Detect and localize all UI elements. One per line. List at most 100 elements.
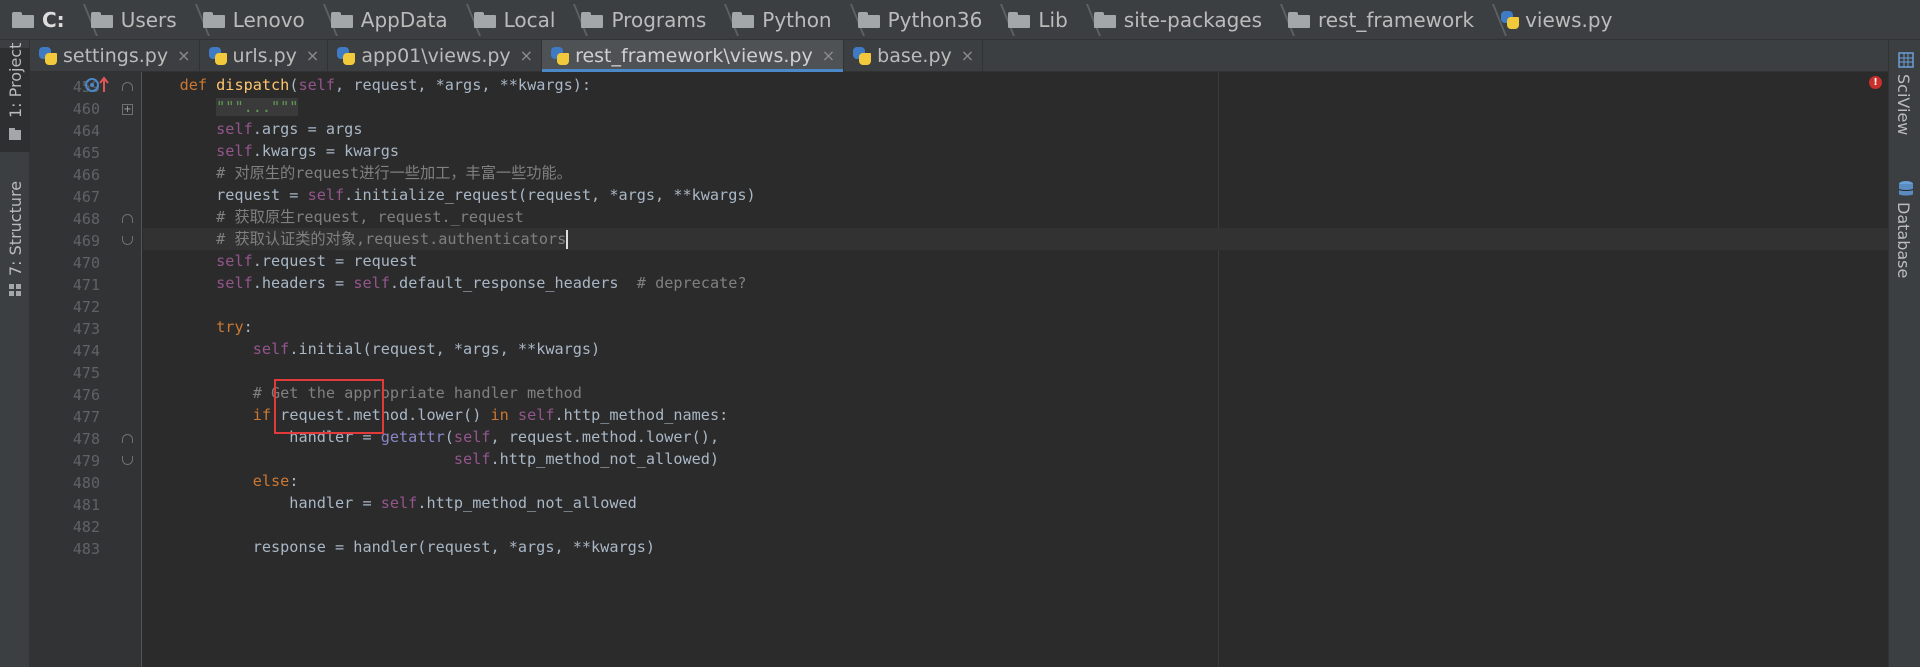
breadcrumb-label: Local [503, 7, 556, 32]
python-file-icon [336, 46, 356, 66]
close-tab-icon[interactable]: × [520, 46, 533, 65]
breadcrumb-item[interactable]: Lenovo [202, 0, 331, 39]
fold-marker-icon[interactable] [122, 456, 133, 465]
breadcrumb-item[interactable]: Python [732, 0, 857, 39]
close-tab-icon[interactable]: × [961, 46, 974, 65]
code-line[interactable]: response = handler(request, *args, **kwa… [143, 536, 1888, 558]
code-line[interactable]: self.args = args [143, 118, 1888, 140]
code-line[interactable]: # 对原生的request进行一些加工，丰富一些功能。 [143, 162, 1888, 184]
editor-tab[interactable]: rest_framework\views.py × [542, 40, 845, 72]
code-editor[interactable]: def dispatch(self, request, *args, **kwa… [143, 72, 1888, 667]
code-line[interactable]: """...""" [143, 96, 1888, 118]
code-line[interactable]: self.http_method_not_allowed) [143, 448, 1888, 470]
code-line[interactable]: self.request = request [143, 250, 1888, 272]
breadcrumb-item[interactable]: Programs [581, 0, 732, 39]
python-file-icon [208, 46, 228, 66]
override-method-icon[interactable] [84, 76, 112, 94]
breadcrumb-item[interactable]: site-packages [1093, 0, 1288, 39]
code-line[interactable]: self.initial(request, *args, **kwargs) [143, 338, 1888, 360]
editor-tab[interactable]: settings.py × [30, 40, 200, 71]
code-token: dispatch [216, 76, 290, 94]
editor-tab[interactable]: urls.py × [200, 40, 329, 71]
breadcrumb-label: Lenovo [232, 7, 305, 32]
editor-tab[interactable]: app01\views.py × [328, 40, 543, 71]
breadcrumb-item[interactable]: Lib [1008, 0, 1093, 39]
text-caret [566, 230, 569, 249]
code-token: # 对原生的request进行一些加工，丰富一些功能。 [216, 164, 572, 182]
project-tool-button[interactable]: 1: Project [0, 43, 30, 152]
breadcrumb-label: rest_framework [1318, 7, 1475, 32]
code-line[interactable]: def dispatch(self, request, *args, **kwa… [143, 74, 1888, 96]
fold-marker-icon[interactable] [122, 214, 133, 223]
code-line[interactable]: if request.method.lower() in self.http_m… [143, 404, 1888, 426]
breadcrumb-label: C: [42, 7, 65, 32]
navigation-breadcrumb: C: Users Lenovo AppData Local Programs Python P… [0, 0, 1920, 40]
code-token: request = [143, 186, 308, 204]
code-token: self [453, 428, 491, 446]
database-tool-button[interactable]: Database [1889, 176, 1920, 306]
breadcrumb-item[interactable]: rest_framework [1288, 0, 1500, 39]
close-tab-icon[interactable]: × [177, 46, 190, 65]
tab-label: app01\views.py [361, 44, 511, 67]
code-line[interactable]: request = self.initialize_request(reques… [143, 184, 1888, 206]
breadcrumb-item[interactable]: AppData [330, 0, 474, 39]
sciview-icon [1898, 52, 1914, 68]
tab-label: urls.py [232, 44, 297, 67]
folder-icon [857, 11, 880, 28]
code-token: # deprecate? [636, 274, 747, 292]
editor-tab[interactable]: base.py × [844, 40, 984, 71]
error-indicator-icon[interactable]: ! [1869, 76, 1882, 89]
breadcrumb-label: AppData [360, 7, 448, 32]
code-token: self [453, 450, 491, 468]
code-token: else [252, 472, 290, 490]
code-token: .headers = [252, 274, 354, 292]
folder-icon [581, 11, 604, 28]
line-number-gutter[interactable]: 459 460 +464 465 466 467 468 469 470 471 472 473 474… [30, 72, 142, 667]
code-line[interactable] [143, 294, 1888, 316]
code-token: response = handler(request, *args, **kwa… [143, 538, 656, 556]
breadcrumb-label: Lib [1038, 7, 1068, 32]
code-line[interactable] [143, 514, 1888, 536]
folder-icon [473, 11, 496, 28]
breadcrumb-label: Python [762, 7, 832, 32]
fold-marker-icon[interactable] [122, 434, 133, 443]
code-token: self [216, 252, 253, 270]
breadcrumb-label: views.py [1525, 7, 1613, 32]
fold-marker-icon[interactable] [122, 82, 133, 91]
breadcrumb-label: site-packages [1123, 7, 1262, 32]
breadcrumb-item[interactable]: Users [90, 0, 203, 39]
close-tab-icon[interactable]: × [306, 46, 319, 65]
breadcrumb-item[interactable]: Local [473, 0, 582, 39]
breadcrumb-item[interactable]: Python36 [857, 0, 1009, 39]
code-line[interactable]: handler = getattr(self, request.method.l… [143, 426, 1888, 448]
breadcrumb-item[interactable]: views.py [1500, 0, 1638, 39]
code-line[interactable] [143, 360, 1888, 382]
breadcrumb-label: Programs [611, 7, 707, 32]
code-token: handler = [143, 494, 381, 512]
code-line[interactable]: try: [143, 316, 1888, 338]
annotation-highlight-box [274, 379, 384, 434]
expand-fold-icon[interactable]: + [122, 104, 133, 115]
code-line[interactable]: self.kwargs = kwargs [143, 140, 1888, 162]
code-token: """...""" [216, 98, 299, 116]
folder-icon [1093, 11, 1116, 28]
close-tab-icon[interactable]: × [822, 46, 835, 65]
code-line[interactable]: self.headers = self.default_response_hea… [143, 272, 1888, 294]
code-line[interactable]: # 获取认证类的对象,request.authenticators [143, 228, 1888, 250]
code-line[interactable]: else: [143, 470, 1888, 492]
fold-marker-icon[interactable] [122, 236, 133, 245]
code-line[interactable]: handler = self.http_method_not_allowed [143, 492, 1888, 514]
sciview-tool-button[interactable]: SciView [1889, 48, 1920, 158]
structure-tool-button[interactable]: 7: Structure [0, 181, 30, 300]
breadcrumb-label: Users [120, 7, 177, 32]
folder-icon [732, 11, 755, 28]
code-line[interactable]: # 获取原生request, request._request [143, 206, 1888, 228]
code-line[interactable]: # Get the appropriate handler method [143, 382, 1888, 404]
breadcrumb-item[interactable]: C: [12, 0, 91, 39]
